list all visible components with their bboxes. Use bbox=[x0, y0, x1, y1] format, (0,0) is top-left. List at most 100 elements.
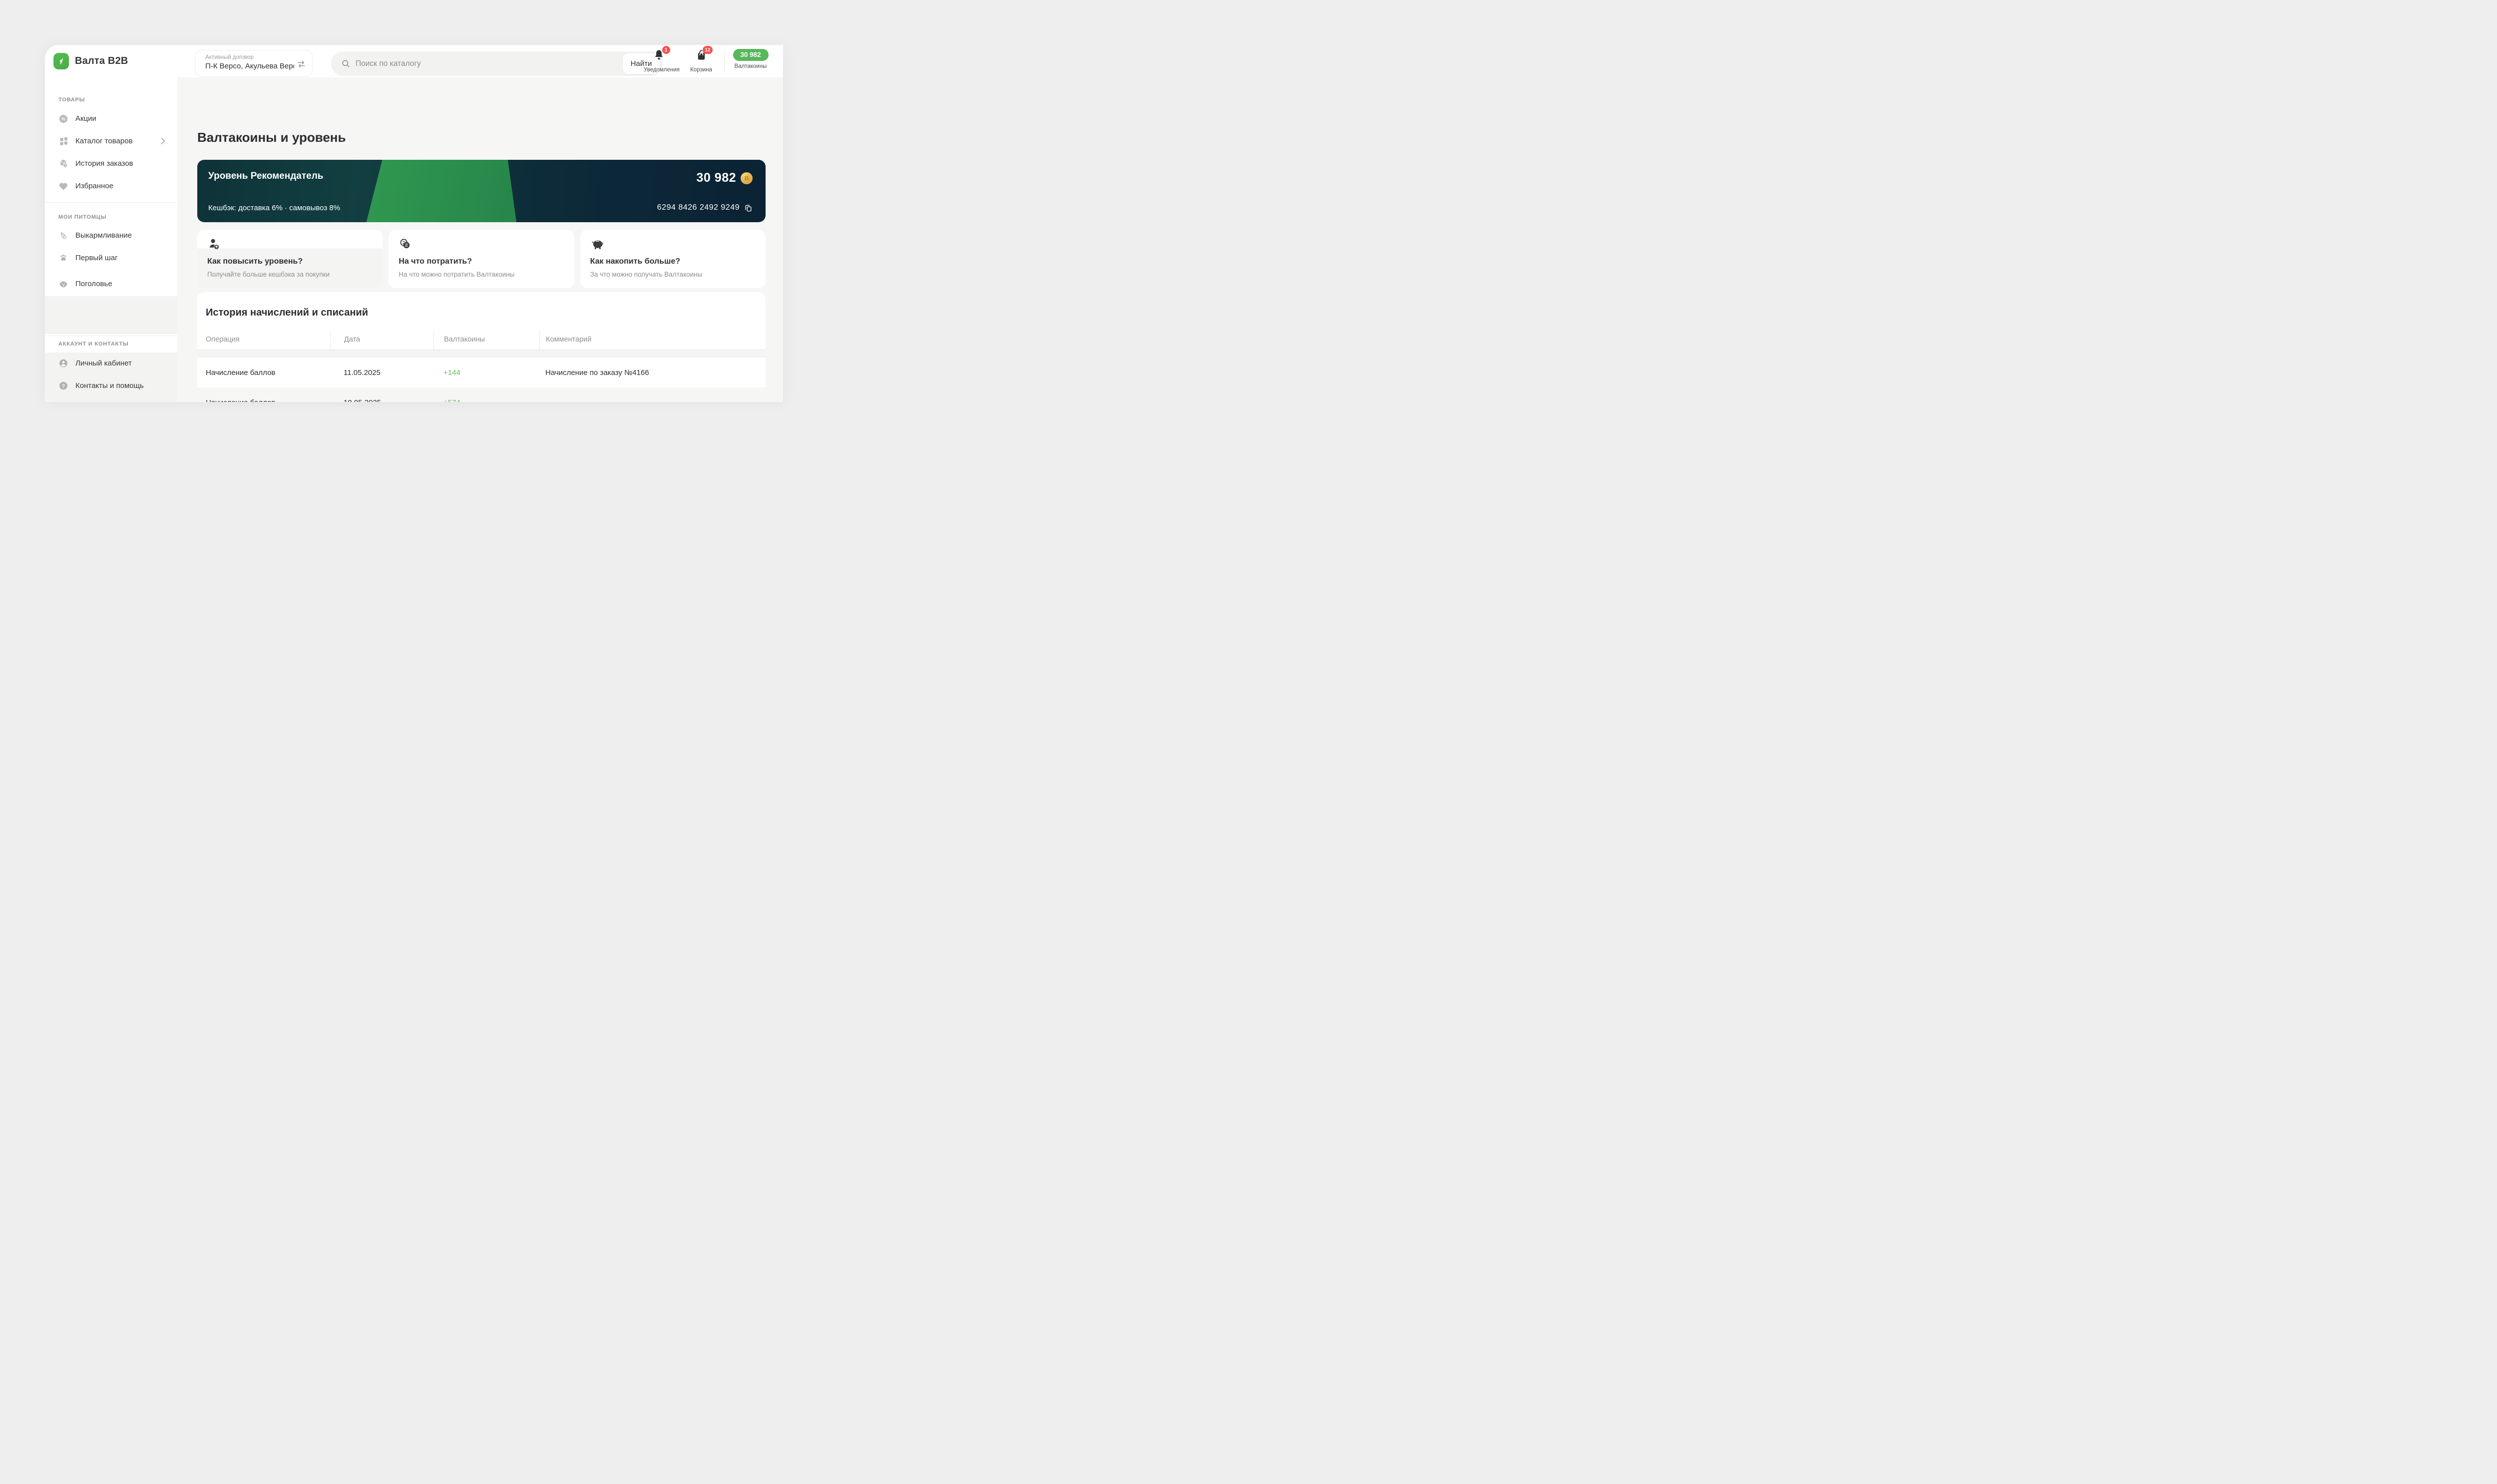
coins-balance: 30 982 bbox=[696, 171, 736, 185]
sidebar-item-label: Первый шаг bbox=[75, 254, 118, 262]
loyalty-card-number: 6294 8426 2492 9249 bbox=[657, 203, 740, 212]
sidebar-item-label: Поголовье bbox=[75, 280, 112, 288]
cell-comment: – bbox=[539, 398, 766, 402]
notifications-badge: 1 bbox=[662, 46, 670, 54]
help-circle-icon: ? bbox=[58, 381, 68, 391]
piggy-bank-icon bbox=[590, 237, 756, 250]
sidebar-item-livestock[interactable]: Поголовье bbox=[45, 273, 177, 295]
sidebar-active-highlight bbox=[45, 296, 177, 334]
column-header-coins: Валтакоины bbox=[433, 331, 539, 350]
cart-badge: 12 bbox=[703, 46, 713, 54]
sidebar-item-label: Каталог товаров bbox=[75, 137, 133, 145]
discount-badge-icon: % bbox=[58, 114, 68, 124]
sidebar-item-label: Акции bbox=[75, 114, 96, 123]
card-title: Как накопить больше? bbox=[590, 257, 680, 266]
sidebar-section-account: АККАУНТ И КОНТАКТЫ bbox=[58, 341, 129, 347]
coins-balance-pill: 30 982 bbox=[733, 49, 769, 61]
sidebar-section-products: ТОВАРЫ bbox=[58, 97, 85, 103]
card-title: Как повысить уровень? bbox=[207, 257, 303, 266]
notifications-button[interactable]: 1 Уведомления bbox=[644, 46, 680, 73]
order-history-icon bbox=[58, 159, 68, 169]
brand-logo[interactable] bbox=[53, 53, 69, 69]
bell-icon: 1 bbox=[653, 46, 670, 62]
cell-operation: Начисление баллов bbox=[197, 398, 330, 402]
sidebar-item-label: История заказов bbox=[75, 159, 133, 168]
table-header-row: Операция Дата Валтакоины Комментарий bbox=[197, 331, 766, 350]
table-row[interactable]: Начисление баллов 11.05.2025 +144 Начисл… bbox=[197, 358, 766, 387]
sidebar-item-label: Избранное bbox=[75, 182, 114, 190]
sidebar-item-feeding[interactable]: Выкармливание bbox=[45, 224, 177, 247]
card-subtitle: Получайте больше кешбэка за покупки bbox=[207, 271, 330, 278]
coins-balance-button[interactable]: 30 982 Валтакоины bbox=[732, 49, 770, 69]
sidebar-item-stores[interactable]: Магазины Cash&Carry bbox=[45, 397, 177, 402]
sidebar: ТОВАРЫ % Акции Каталог товаров История з… bbox=[45, 77, 177, 402]
user-circle-icon bbox=[58, 359, 68, 369]
copy-icon[interactable] bbox=[744, 204, 753, 212]
search-icon bbox=[341, 59, 351, 68]
card-how-to-level-up[interactable]: Как повысить уровень? Получайте больше к… bbox=[197, 230, 383, 288]
card-how-to-earn[interactable]: Как накопить больше? За что можно получа… bbox=[580, 230, 766, 288]
sidebar-item-account[interactable]: Личный кабинет bbox=[45, 352, 177, 374]
sidebar-section-pets: МОИ ПИТОМЦЫ bbox=[58, 214, 107, 220]
shopping-bag-icon: 12 bbox=[696, 46, 713, 62]
level-title: Уровень Рекомендатель bbox=[208, 171, 324, 181]
active-contract-select[interactable]: Активный договор П-К Версо, Акульева Вер… bbox=[195, 50, 313, 77]
sidebar-item-first-step[interactable]: Первый шаг bbox=[45, 247, 177, 269]
sidebar-item-order-history[interactable]: История заказов bbox=[45, 152, 177, 175]
swap-arrows-icon[interactable] bbox=[297, 59, 306, 69]
sidebar-item-favorites[interactable]: Избранное bbox=[45, 175, 177, 197]
feeding-bottle-icon bbox=[58, 231, 68, 241]
table-header-gap bbox=[197, 350, 766, 358]
sidebar-item-label: Выкармливание bbox=[75, 231, 132, 240]
cell-date: 10.05.2025 bbox=[330, 398, 433, 402]
cell-date: 11.05.2025 bbox=[344, 368, 381, 377]
cell-coins: +144 bbox=[443, 368, 460, 377]
user-level-up-icon bbox=[207, 237, 373, 250]
column-header-comment: Комментарий bbox=[539, 331, 766, 350]
logo-swoosh-icon bbox=[56, 56, 66, 66]
app-screen: Валта B2B Активный договор П-К Версо, Ак… bbox=[0, 0, 783, 402]
valtacoin-icon: В bbox=[741, 172, 753, 184]
page-title: Валтакоины и уровень bbox=[197, 130, 346, 145]
history-title: История начислений и списаний bbox=[206, 307, 369, 318]
contract-value: П-К Версо, Акульева Веро… bbox=[205, 62, 294, 70]
table-row[interactable]: Начисление баллов 10.05.2025 +574 – bbox=[197, 387, 766, 402]
cart-button[interactable]: 12 Корзина bbox=[686, 46, 716, 73]
sidebar-item-catalog[interactable]: Каталог товаров bbox=[45, 130, 177, 152]
level-banner: Уровень Рекомендатель Кешбэк: доставка 6… bbox=[197, 160, 766, 222]
cart-label: Корзина bbox=[690, 67, 712, 73]
cashback-info: Кешбэк: доставка 6% · самовывоз 8% bbox=[208, 204, 341, 212]
brand-title: Валта B2B bbox=[75, 55, 128, 66]
dog-icon bbox=[58, 279, 68, 289]
notifications-label: Уведомления bbox=[644, 67, 680, 73]
cell-coins: +574 bbox=[433, 398, 539, 402]
grid-icon bbox=[58, 136, 68, 146]
top-bar: Валта B2B Активный договор П-К Версо, Ак… bbox=[45, 45, 783, 77]
card-subtitle: За что можно получать Валтакоины bbox=[590, 271, 703, 278]
card-title: На что потратить? bbox=[399, 257, 472, 266]
card-subtitle: На что можно потратить Валтакоины bbox=[399, 271, 515, 278]
coins-stack-icon bbox=[399, 237, 564, 250]
column-header-date: Дата bbox=[330, 331, 433, 350]
paw-icon bbox=[58, 253, 68, 263]
info-cards: Как повысить уровень? Получайте больше к… bbox=[197, 230, 766, 288]
contract-label: Активный договор bbox=[205, 54, 254, 60]
column-header-operation: Операция bbox=[206, 336, 240, 344]
history-table-card: История начислений и списаний Операция Д… bbox=[197, 292, 766, 402]
sidebar-item-label: Личный кабинет bbox=[75, 359, 132, 368]
header-divider bbox=[724, 50, 725, 72]
cell-comment: Начисление по заказу №4166 bbox=[545, 368, 649, 377]
svg-text:?: ? bbox=[62, 383, 65, 389]
app-window: Валта B2B Активный договор П-К Версо, Ак… bbox=[45, 45, 783, 402]
cell-operation: Начисление баллов bbox=[206, 368, 276, 377]
catalog-search: Найти bbox=[331, 51, 663, 76]
card-how-to-spend[interactable]: На что потратить? На что можно потратить… bbox=[389, 230, 574, 288]
heart-icon bbox=[58, 181, 68, 191]
chevron-right-icon bbox=[161, 137, 165, 145]
sidebar-item-label: Контакты и помощь bbox=[75, 381, 144, 390]
coins-label: Валтакоины bbox=[734, 63, 767, 69]
sidebar-divider bbox=[45, 202, 177, 203]
sidebar-item-help[interactable]: ? Контакты и помощь bbox=[45, 374, 177, 397]
search-input[interactable] bbox=[356, 59, 663, 68]
sidebar-item-promos[interactable]: % Акции bbox=[45, 107, 177, 130]
